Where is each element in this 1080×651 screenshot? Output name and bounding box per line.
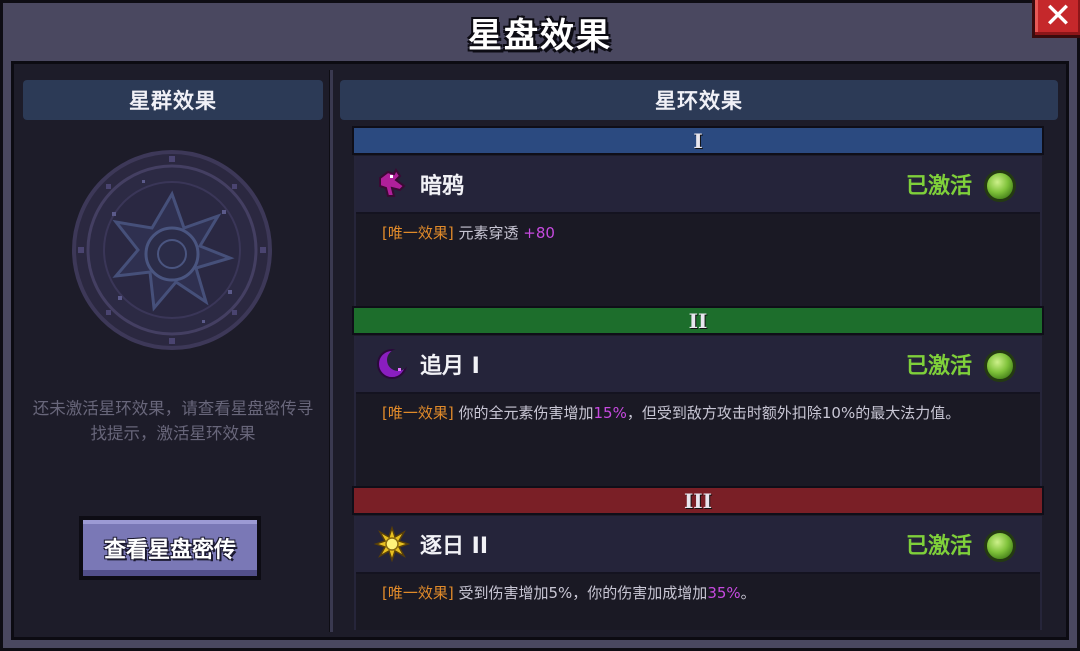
effect-description-2: [唯一效果] 你的全元素伤害增加15%，但受到敌方攻击时额外扣除10%的最大法力… — [356, 394, 1040, 425]
effect-card-2-header: 追月 I 已激活 — [356, 336, 1040, 394]
crow-icon — [372, 164, 412, 204]
green-gem-icon — [984, 170, 1016, 202]
view-star-chart-secrets-button[interactable]: 查看星盘密传 — [79, 516, 261, 580]
constellation-header-label: 星群效果 — [129, 89, 217, 113]
effect-card-1: 暗鸦 已激活 [唯一效果] 元素穿透 +80 — [354, 156, 1042, 306]
tier-numeral-3: III — [683, 488, 713, 513]
star-chart-dialog: 星盘效果 ✕ 星群效果 还未激活星环效果，请查看星盘密传寻找提示，激活星环效果 … — [0, 0, 1080, 651]
unique-effect-tag: [唯一效果] — [382, 224, 454, 242]
effect-text-2b: ，但受到敌方攻击时额外扣除10%的最大法力值。 — [626, 404, 961, 422]
effect-name-2: 追月 I — [420, 354, 480, 379]
green-gem-icon — [984, 350, 1016, 382]
status-label-2: 已激活 — [905, 354, 972, 379]
constellation-panel: 星群效果 还未激活星环效果，请查看星盘密传寻找提示，激活星环效果 查看星盘密传 — [17, 70, 329, 632]
effect-text-3b: 。 — [740, 584, 756, 602]
effect-name-1: 暗鸦 — [420, 174, 465, 199]
activation-hint: 还未激活星环效果，请查看星盘密传寻找提示，激活星环效果 — [32, 399, 314, 443]
star-ring-header-label: 星环效果 — [655, 89, 743, 113]
status-label-3: 已激活 — [905, 534, 972, 559]
effect-name-3: 逐日 II — [420, 534, 489, 559]
close-button[interactable]: ✕ — [1032, 0, 1080, 38]
effect-card-3: 逐日 II 已激活 [唯一效果] 受到伤害增加5%，你的伤害加成增加35%。 — [354, 516, 1042, 630]
effect-value-1: +80 — [523, 224, 555, 242]
green-gem-icon — [984, 530, 1016, 562]
tier-numeral-1: I — [693, 128, 703, 153]
effect-value-3: 35% — [707, 584, 741, 602]
tier-bar-3: III — [352, 486, 1044, 515]
tier-bar-2: II — [352, 306, 1044, 335]
view-button-label: 查看星盘密传 — [103, 538, 236, 563]
star-ring-header: 星环效果 — [340, 80, 1058, 120]
tier-numeral-2: II — [688, 308, 708, 333]
title-bar: 星盘效果 — [3, 3, 1077, 61]
sun-icon — [372, 524, 412, 564]
effect-text-3a: 受到伤害增加5%，你的伤害加成增加 — [458, 584, 708, 602]
effect-value-2: 15% — [593, 404, 627, 422]
effect-description-3: [唯一效果] 受到伤害增加5%，你的伤害加成增加35%。 — [356, 574, 1040, 605]
unique-effect-tag: [唯一效果] — [382, 584, 454, 602]
status-label-1: 已激活 — [905, 174, 972, 199]
crescent-moon-icon — [372, 344, 412, 384]
effect-text-2a: 你的全元素伤害增加 — [458, 404, 594, 422]
tier-bar-1: I — [352, 126, 1044, 155]
unique-effect-tag: [唯一效果] — [382, 404, 454, 422]
effect-card-3-header: 逐日 II 已激活 — [356, 516, 1040, 574]
panel-divider — [329, 70, 333, 632]
close-icon: ✕ — [1043, 0, 1073, 36]
effect-text-1a: 元素穿透 — [458, 224, 519, 242]
effect-card-2: 追月 I 已激活 [唯一效果] 你的全元素伤害增加15%，但受到敌方攻击时额外扣… — [354, 336, 1042, 486]
astrolabe-emblem — [72, 150, 272, 350]
effect-card-1-header: 暗鸦 已激活 — [356, 156, 1040, 214]
dialog-title: 星盘效果 — [468, 15, 612, 56]
effect-description-1: [唯一效果] 元素穿透 +80 — [356, 214, 1040, 245]
constellation-header: 星群效果 — [23, 80, 323, 120]
